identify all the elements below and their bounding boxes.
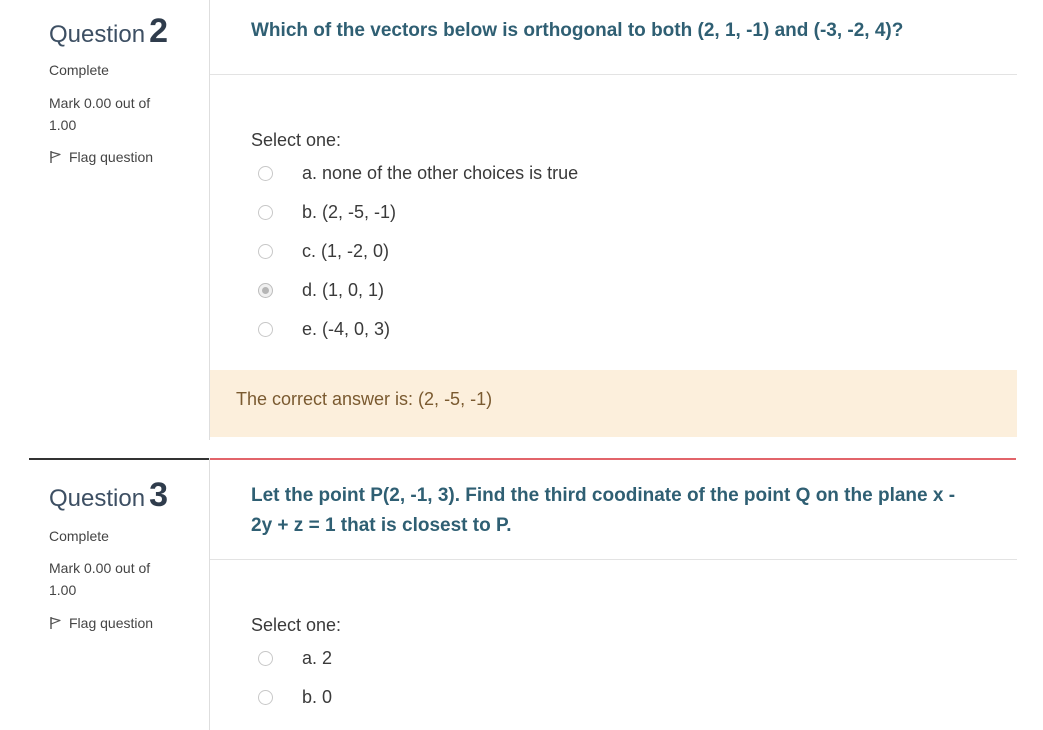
question-text: Let the point P(2, -1, 3). Find the thir… — [251, 485, 956, 536]
answer-option-a[interactable]: a. none of the other choices is true — [258, 163, 758, 187]
question-heading: Question 2 — [49, 12, 168, 51]
answer-option-d[interactable]: d. (1, 0, 1) — [258, 280, 758, 304]
radio-button-selected[interactable] — [258, 283, 273, 298]
answer-label: e. (-4, 0, 3) — [302, 319, 391, 339]
answer-option-b[interactable]: b. 0 — [258, 687, 758, 711]
flag-question-link[interactable]: Flag question — [49, 149, 153, 165]
question-number: 2 — [149, 12, 168, 50]
flag-icon — [49, 616, 63, 630]
answer-label: a. 2 — [302, 648, 333, 668]
question-text-divider — [210, 74, 1017, 75]
correct-answer-feedback: The correct answer is: (2, -5, -1) — [236, 389, 493, 409]
answer-label: c. (1, -2, 0) — [302, 241, 390, 261]
question-3: Question 3 Complete Mark 0.00 out of 1.00… — [0, 458, 1043, 730]
radio-button[interactable] — [258, 651, 273, 666]
feedback-box: The correct answer is: (2, -5, -1) — [210, 370, 1017, 437]
radio-button[interactable] — [258, 166, 273, 181]
question-2: Question 2 Complete Mark 0.00 out of 1.00… — [0, 0, 1043, 440]
question-text: Which of the vectors below is orthogonal… — [251, 20, 904, 41]
select-one-prompt: Select one: — [251, 130, 342, 150]
answer-label: d. (1, 0, 1) — [302, 280, 385, 300]
question-heading-word: Question — [49, 485, 146, 512]
flag-question-link[interactable]: Flag question — [49, 615, 153, 631]
question-grade: Mark 0.00 out of 1.00 — [49, 560, 151, 598]
flag-question-label: Flag question — [69, 149, 154, 165]
question-text-divider — [210, 559, 1017, 560]
radio-button[interactable] — [258, 322, 273, 337]
question-number: 3 — [149, 476, 168, 514]
answer-option-e[interactable]: e. (-4, 0, 3) — [258, 319, 758, 343]
question-heading: Question 3 — [49, 476, 168, 515]
question-content: Let the point P(2, -1, 3). Find the thir… — [209, 458, 1017, 730]
question-grade: Mark 0.00 out of 1.00 — [49, 95, 151, 133]
flag-question-label: Flag question — [69, 615, 154, 631]
question-heading-word: Question — [49, 21, 146, 48]
radio-button[interactable] — [258, 244, 273, 259]
answer-label: b. (2, -5, -1) — [302, 202, 397, 222]
question-content: Which of the vectors below is orthogonal… — [209, 0, 1017, 440]
answer-label: b. 0 — [302, 687, 333, 707]
answer-label: a. none of the other choices is true — [302, 163, 579, 183]
select-one-prompt: Select one: — [251, 615, 342, 635]
radio-button[interactable] — [258, 205, 273, 220]
question-state: Complete — [49, 528, 109, 544]
radio-button[interactable] — [258, 690, 273, 705]
answer-option-b[interactable]: b. (2, -5, -1) — [258, 202, 758, 226]
question-state: Complete — [49, 62, 109, 78]
answer-option-c[interactable]: c. (1, -2, 0) — [258, 241, 758, 265]
answer-option-a[interactable]: a. 2 — [258, 648, 758, 672]
flag-icon — [49, 150, 63, 164]
